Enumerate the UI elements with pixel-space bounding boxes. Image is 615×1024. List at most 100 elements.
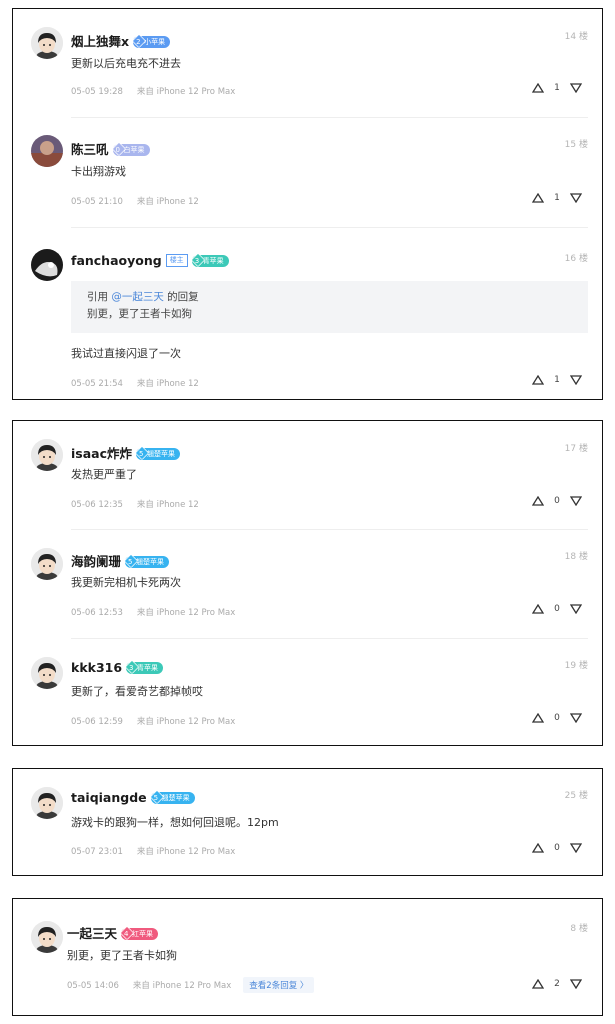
quoted-reply[interactable]: 引用 @一起三天 的回复 别更，更了王者卡如狗 xyxy=(71,281,588,333)
comment-device: 来自 iPhone 12 Pro Max xyxy=(136,608,236,618)
comment-text: 别更，更了王者卡如狗 xyxy=(67,949,177,962)
comment-time: 05-05 21:54 xyxy=(71,379,123,389)
vote-controls: 2 xyxy=(532,979,582,989)
floor-number: 15 楼 xyxy=(564,140,588,150)
comment-time: 05-07 23:01 xyxy=(71,847,123,857)
vote-controls: 1 xyxy=(532,83,582,93)
username[interactable]: 一起三天 xyxy=(67,926,117,941)
comment-item: fanchaoyong 楼主 3 青苹果 16 楼 引用 @一起三天 的回复 别更，更… xyxy=(13,227,602,399)
comment-item: 一起三天 4 红苹果 8 楼 别更，更了王者卡如狗 05-05 14:06 来自 iP… xyxy=(13,899,602,1017)
downvote-icon[interactable] xyxy=(570,843,582,853)
vote-controls: 0 xyxy=(532,713,582,723)
comment-device: 来自 iPhone 12 Pro Max xyxy=(136,717,236,727)
downvote-icon[interactable] xyxy=(570,496,582,506)
comment-item: kkk316 3 青苹果 19 楼 更新了，看爱奇艺都掉帧哎 05-06 12:59… xyxy=(13,638,602,746)
username-row: 海韵阑珊 5 翘楚苹果 xyxy=(71,551,170,570)
user-avatar[interactable] xyxy=(31,921,63,953)
comment-item: 海韵阑珊 5 翘楚苹果 18 楼 我更新完相机卡死两次 05-06 12:53 来自 … xyxy=(13,529,602,638)
user-avatar[interactable] xyxy=(31,249,63,281)
username-row: 一起三天 4 红苹果 xyxy=(67,923,159,942)
comment-device: 来自 iPhone 12 Pro Max xyxy=(136,87,236,97)
comment-meta: 05-05 14:06 来自 iPhone 12 Pro Max 查看2条回复 〉 xyxy=(67,977,315,993)
user-avatar[interactable] xyxy=(31,439,63,471)
username[interactable]: fanchaoyong xyxy=(71,253,162,268)
username[interactable]: 海韵阑珊 xyxy=(71,554,121,569)
downvote-icon[interactable] xyxy=(570,193,582,203)
username[interactable]: 烟上独舞x xyxy=(71,34,129,49)
comment-text: 我更新完相机卡死两次 xyxy=(71,576,181,589)
level-badge: 5 翘楚苹果 xyxy=(123,553,170,568)
level-badge: 5 翘楚苹果 xyxy=(149,789,195,804)
comment-device: 来自 iPhone 12 xyxy=(136,500,199,510)
comment-time: 05-06 12:35 xyxy=(71,500,123,510)
user-avatar[interactable] xyxy=(31,27,63,59)
comment-panel: taiqiangde 5 翘楚苹果 25 楼 游戏卡的跟狗一样，想如何回退呢。12p… xyxy=(12,768,603,876)
comment-time: 05-06 12:53 xyxy=(71,608,123,618)
username-row: 烟上独舞x 2 小苹果 xyxy=(71,31,171,50)
floor-number: 18 楼 xyxy=(564,552,588,562)
upvote-icon[interactable] xyxy=(532,375,544,385)
comment-item: 陈三吼 0 白苹果 15 楼 卡出翔游戏 05-05 21:10 来自 iPhone … xyxy=(13,117,602,227)
comment-text: 更新了，看爱奇艺都掉帧哎 xyxy=(71,685,203,698)
comment-meta: 05-05 21:54 来自 iPhone 12 xyxy=(71,377,199,389)
username[interactable]: kkk316 xyxy=(71,660,122,675)
username[interactable]: isaac炸炸 xyxy=(71,446,132,461)
upvote-icon[interactable] xyxy=(532,713,544,723)
username-row: kkk316 3 青苹果 xyxy=(71,659,164,675)
comment-time: 05-05 21:10 xyxy=(71,197,123,207)
downvote-icon[interactable] xyxy=(570,375,582,385)
user-avatar[interactable] xyxy=(31,135,63,167)
upvote-icon[interactable] xyxy=(532,604,544,614)
vote-controls: 0 xyxy=(532,496,582,506)
level-badge: 2 小苹果 xyxy=(131,33,171,48)
username[interactable]: 陈三吼 xyxy=(71,142,109,157)
downvote-icon[interactable] xyxy=(570,979,582,989)
vote-count: 1 xyxy=(554,193,560,203)
comment-panel: 烟上独舞x 2 小苹果 14 楼 更新以后充电充不进去 05-05 19:28 来自 … xyxy=(12,8,603,400)
level-badge: 3 青苹果 xyxy=(124,659,164,674)
user-avatar[interactable] xyxy=(31,787,63,819)
comment-text: 我试过直接闪退了一次 xyxy=(71,347,181,360)
floor-number: 19 楼 xyxy=(564,661,588,671)
vote-controls: 1 xyxy=(532,193,582,203)
vote-controls: 0 xyxy=(532,604,582,614)
username[interactable]: taiqiangde xyxy=(71,790,147,805)
vote-count: 0 xyxy=(554,843,560,853)
comment-meta: 05-06 12:53 来自 iPhone 12 Pro Max xyxy=(71,606,235,618)
vote-controls: 1 xyxy=(532,375,582,385)
comment-time: 05-06 12:59 xyxy=(71,717,123,727)
floor-number: 14 楼 xyxy=(564,32,588,42)
comment-meta: 05-06 12:35 来自 iPhone 12 xyxy=(71,498,199,510)
upvote-icon[interactable] xyxy=(532,979,544,989)
comment-text: 更新以后充电充不进去 xyxy=(71,57,181,70)
comment-meta: 05-05 19:28 来自 iPhone 12 Pro Max xyxy=(71,85,235,97)
upvote-icon[interactable] xyxy=(532,83,544,93)
upvote-icon[interactable] xyxy=(532,193,544,203)
comment-panel: 一起三天 4 红苹果 8 楼 别更，更了王者卡如狗 05-05 14:06 来自 iP… xyxy=(12,898,603,1016)
downvote-icon[interactable] xyxy=(570,604,582,614)
level-badge: 0 白苹果 xyxy=(111,141,150,156)
user-avatar[interactable] xyxy=(31,548,63,580)
comment-device: 来自 iPhone 12 xyxy=(136,197,199,207)
vote-count: 2 xyxy=(554,979,560,989)
quote-text: 别更，更了王者卡如狗 xyxy=(87,308,192,320)
comment-time: 05-05 19:28 xyxy=(71,87,123,97)
downvote-icon[interactable] xyxy=(570,83,582,93)
upvote-icon[interactable] xyxy=(532,496,544,506)
view-replies-link[interactable]: 查看2条回复 〉 xyxy=(243,977,315,993)
floor-number: 25 楼 xyxy=(564,791,588,801)
vote-count: 0 xyxy=(554,604,560,614)
op-tag: 楼主 xyxy=(165,254,188,267)
quote-header: 引用 @一起三天 的回复 xyxy=(87,291,199,303)
user-avatar[interactable] xyxy=(31,657,63,689)
comment-meta: 05-05 21:10 来自 iPhone 12 xyxy=(71,195,199,207)
downvote-icon[interactable] xyxy=(570,713,582,723)
vote-count: 1 xyxy=(554,83,560,93)
comment-item: isaac炸炸 5 翘楚苹果 17 楼 发热更严重了 05-06 12:35 来自 i… xyxy=(13,421,602,529)
comment-device: 来自 iPhone 12 Pro Max xyxy=(132,981,232,991)
username-row: 陈三吼 0 白苹果 xyxy=(71,139,150,158)
upvote-icon[interactable] xyxy=(532,843,544,853)
comment-panel: isaac炸炸 5 翘楚苹果 17 楼 发热更严重了 05-06 12:35 来自 i… xyxy=(12,420,603,746)
quote-mention[interactable]: @一起三天 xyxy=(111,291,164,303)
floor-number: 8 楼 xyxy=(570,924,588,934)
